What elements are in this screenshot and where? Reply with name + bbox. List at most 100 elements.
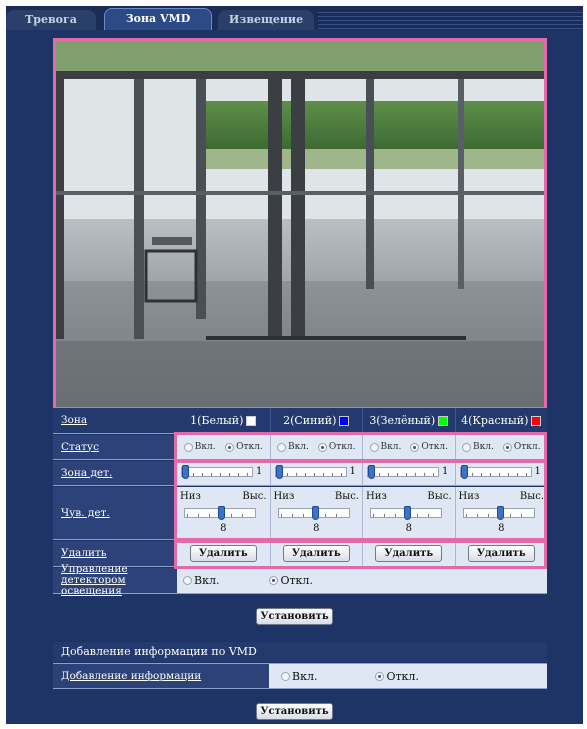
detect-zone-label-cell: Зона дет. xyxy=(53,461,177,485)
sens-low-label: Низ xyxy=(458,491,480,502)
add-info-off-radio[interactable]: Откл. xyxy=(375,669,419,683)
zone-4-label: 4(Красный) xyxy=(461,414,529,427)
zone-2-label: 2(Синий) xyxy=(283,414,337,427)
zone-4-color-swatch xyxy=(531,415,542,426)
zone-2-detect-slider[interactable] xyxy=(274,465,347,479)
zone-2-delete-button[interactable]: Удалить xyxy=(282,545,350,562)
zone-4-sensitivity-slider[interactable] xyxy=(462,506,535,520)
zone-1-label: 1(Белый) xyxy=(190,414,244,427)
zone-1-sensitivity-slider[interactable] xyxy=(184,506,256,520)
add-info-off-text: Откл. xyxy=(386,669,419,683)
zone-1-detect-slider[interactable] xyxy=(181,465,253,479)
zone-3-status-off-radio[interactable]: Откл. xyxy=(410,442,448,452)
sens-high-label: Выс. xyxy=(519,491,544,502)
delete-label: Удалить xyxy=(61,547,107,559)
zone-3-label: 3(Зелёный) xyxy=(369,414,436,427)
tab-bar: Тревога Зона VMD Извещение xyxy=(6,6,583,30)
sens-high-label: Выс. xyxy=(334,491,359,502)
vmd-info-title: Добавление информации по VMD xyxy=(61,645,257,658)
zone-4-delete-button[interactable]: Удалить xyxy=(467,545,535,562)
zone-3-delete-button[interactable]: Удалить xyxy=(375,545,443,562)
tab-alarm-label: Тревога xyxy=(25,13,77,26)
zone-3-status-on-radio[interactable]: Вкл. xyxy=(369,442,402,452)
set-button-2-wrap: Установить xyxy=(6,703,583,720)
detect-zone-row: Зона дет. 1 1 1 1 xyxy=(53,461,547,486)
add-info-on-text: Вкл. xyxy=(292,669,318,683)
tab-notification[interactable]: Извещение xyxy=(218,10,314,30)
zone-4-status-on-radio[interactable]: Вкл. xyxy=(462,442,494,452)
sens-low-label: Низ xyxy=(366,491,387,502)
zone-1-sensitivity-value: 8 xyxy=(220,523,227,534)
zone-1-delete-button[interactable]: Удалить xyxy=(189,545,257,562)
add-info-row: Добавление информации Вкл. Откл. xyxy=(53,663,547,689)
slider-thumb[interactable] xyxy=(460,465,468,479)
sens-low-label: Низ xyxy=(180,491,201,502)
zone-2-sensitivity-slider[interactable] xyxy=(277,506,350,520)
sensitivity-label: Чув. дет. xyxy=(61,506,110,519)
add-info-on-radio[interactable]: Вкл. xyxy=(281,670,317,683)
sens-high-label: Выс. xyxy=(427,491,452,502)
tab-alarm[interactable]: Тревога xyxy=(6,10,96,30)
light-detector-on-radio[interactable]: Вкл. xyxy=(183,574,219,587)
status-label-cell: Статус xyxy=(53,435,177,459)
add-info-label: Добавление информации xyxy=(61,669,202,682)
tab-vmd-zone[interactable]: Зона VMD xyxy=(104,8,212,30)
status-row: Статус Вкл. Откл. Вкл. Откл. Вкл. Откл. … xyxy=(53,435,547,460)
sens-high-label: Выс. xyxy=(242,491,267,502)
zone-1-color-swatch xyxy=(246,415,257,426)
light-detector-label-cell: Управление детектором освещения xyxy=(53,564,177,597)
zone-label-cell: Зона xyxy=(53,408,177,433)
slider-thumb[interactable] xyxy=(275,465,283,479)
camera-scene xyxy=(56,41,544,407)
slider-thumb[interactable] xyxy=(404,506,411,520)
sensitivity-label-cell: Чув. дет. xyxy=(53,487,177,539)
status-on-text: Вкл. xyxy=(194,442,216,452)
status-label: Статус xyxy=(61,440,99,453)
zone-4-status-off-radio[interactable]: Откл. xyxy=(502,442,541,452)
zone-3-detect-value: 1 xyxy=(442,466,449,477)
zone-1-detect-value: 1 xyxy=(256,466,263,477)
zone-3-color-swatch xyxy=(438,415,449,426)
tab-notification-label: Извещение xyxy=(228,13,304,26)
zone-4-detect-slider[interactable] xyxy=(459,465,532,479)
set-button[interactable]: Установить xyxy=(256,608,333,625)
slider-thumb[interactable] xyxy=(496,506,504,520)
vmd-settings-panel: Зона 1(Белый) 2(Синий) 3(Зелёный) 4(Крас… xyxy=(6,30,583,724)
slider-thumb[interactable] xyxy=(311,506,319,520)
set-button[interactable]: Установить xyxy=(256,703,333,720)
zone-2-status-off-radio[interactable]: Откл. xyxy=(317,442,356,452)
zone-1-status-off-radio[interactable]: Откл. xyxy=(225,442,263,452)
zone-1-status-on-radio[interactable]: Вкл. xyxy=(183,442,216,452)
vmd-info-section-title: Добавление информации по VMD xyxy=(53,642,547,662)
set-button-1-wrap: Установить xyxy=(6,608,583,625)
zone-3-sensitivity-value: 8 xyxy=(405,523,412,534)
light-off-text: Откл. xyxy=(280,574,313,587)
zone-3-sensitivity-slider[interactable] xyxy=(370,506,442,520)
status-off-text: Откл. xyxy=(328,442,356,452)
zone-2-status-on-radio[interactable]: Вкл. xyxy=(277,442,309,452)
tab-bar-decoration xyxy=(318,12,583,30)
sens-low-label: Низ xyxy=(273,491,295,502)
zone-4-sensitivity-value: 8 xyxy=(498,523,505,534)
status-on-text: Вкл. xyxy=(380,442,402,452)
zone-2-sensitivity-value: 8 xyxy=(313,523,320,534)
sensitivity-row: Чув. дет. Низ Выс. 8 Низ Выс. 8 Низ Выс. 8 xyxy=(53,487,547,540)
add-info-label-cell: Добавление информации xyxy=(53,664,269,688)
zone-2-detect-value: 1 xyxy=(349,466,356,477)
light-on-text: Вкл. xyxy=(194,574,220,587)
status-off-text: Откл. xyxy=(421,442,448,452)
zone-3-detect-slider[interactable] xyxy=(367,465,439,479)
slider-thumb[interactable] xyxy=(218,506,225,520)
zone-4-detect-value: 1 xyxy=(534,466,541,477)
light-detector-off-radio[interactable]: Откл. xyxy=(269,574,313,587)
light-detector-row: Управление детектором освещения Вкл. Отк… xyxy=(53,564,547,597)
slider-thumb[interactable] xyxy=(182,465,189,479)
tab-vmd-zone-label: Зона VMD xyxy=(125,12,191,25)
status-on-text: Вкл. xyxy=(473,442,494,452)
status-off-text: Откл. xyxy=(513,442,541,452)
zone-label: Зона xyxy=(61,414,88,426)
zone-2-color-swatch xyxy=(339,415,350,426)
slider-thumb[interactable] xyxy=(368,465,375,479)
light-detector-label: Управление детектором освещения xyxy=(61,563,128,597)
camera-image[interactable] xyxy=(53,38,547,410)
